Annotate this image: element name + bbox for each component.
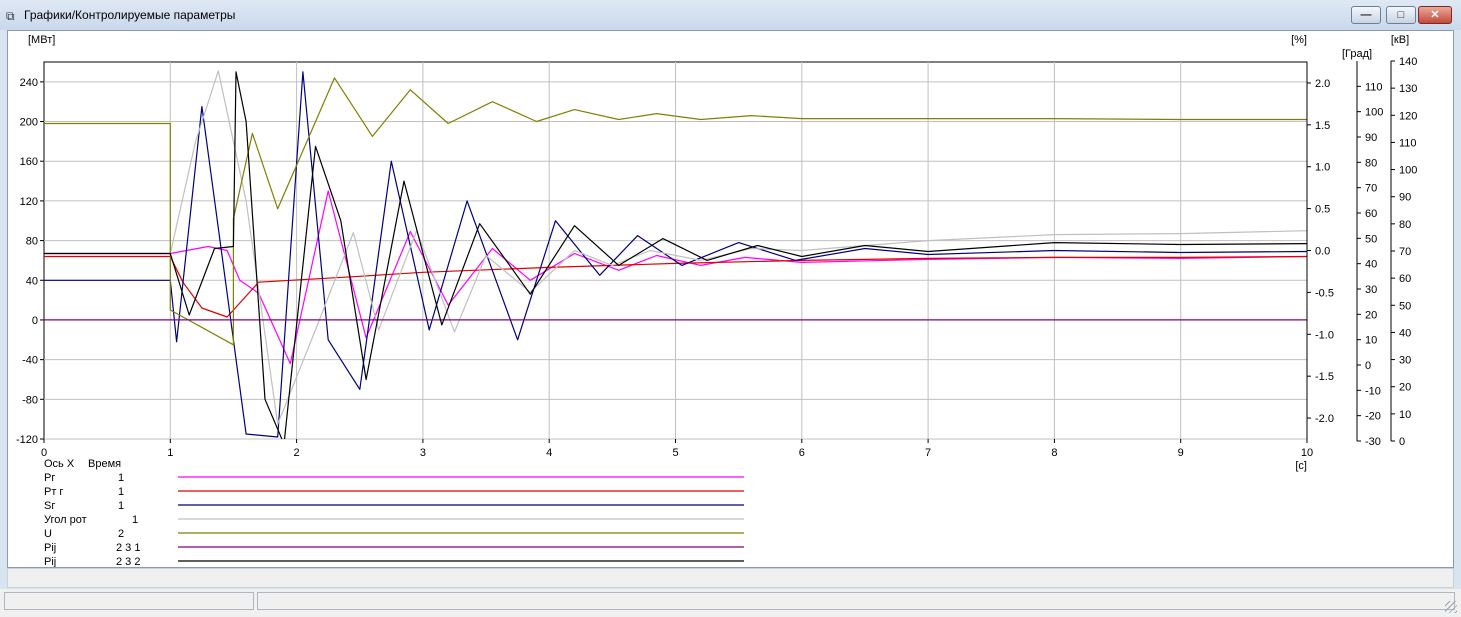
status-pane-1 [4, 592, 254, 610]
title-bar: ⧉ Графики/Контролируемые параметры — □ ✕ [0, 0, 1461, 30]
right-axis-tick-label: 60 [1399, 273, 1411, 285]
chart-axes: 0 1 2 3 4 5 6 7 8 9 1024020016012080400-40-80-120[… [16, 34, 1417, 472]
right-axis-tick-label: 90 [1399, 192, 1411, 204]
right-axis-tick-label: 0.0 [1315, 246, 1330, 258]
right-axis-tick-label: 110 [1365, 81, 1383, 93]
x-tick-label: 9 [1178, 447, 1184, 459]
right-axis-tick-label: -2.0 [1315, 413, 1334, 425]
right-axis-tick-label: 40 [1399, 327, 1411, 339]
right-axis-tick-label: 10 [1399, 409, 1411, 421]
right-axis-tick-label: -20 [1365, 411, 1381, 423]
percent-axis-unit: [%] [1291, 34, 1307, 46]
legend-axis-label: Ось X [44, 458, 75, 470]
maximize-button[interactable]: □ [1386, 6, 1416, 24]
y-tick-label: -40 [22, 355, 38, 367]
x-tick-label: 5 [672, 447, 678, 459]
x-tick-label: 4 [546, 447, 552, 459]
minimize-button[interactable]: — [1351, 6, 1381, 24]
right-axis-tick-label: 0 [1365, 360, 1371, 372]
x-tick-label: 2 [294, 447, 300, 459]
right-axis-tick-label: 140 [1399, 56, 1417, 68]
right-axis-tick-label: 40 [1365, 259, 1377, 271]
right-axis-tick-label: 70 [1365, 183, 1377, 195]
right-axis-tick-label: 30 [1365, 284, 1377, 296]
legend-item-index: 2 [118, 528, 124, 540]
grad-axis-unit: [Град] [1342, 48, 1372, 60]
right-axis-tick-label: 130 [1399, 83, 1417, 95]
right-axis-tick-label: 0 [1399, 436, 1405, 448]
right-axis-tick-label: 1.5 [1315, 120, 1330, 132]
right-axis-tick-label: 120 [1399, 110, 1417, 122]
x-axis-unit: [с] [1295, 460, 1307, 472]
chart-canvas[interactable]: 0 1 2 3 4 5 6 7 8 9 1024020016012080400-40-80-120[… [8, 31, 1453, 567]
legend-item-index: 2 3 2 [116, 556, 140, 567]
right-axis-tick-label: 1.0 [1315, 162, 1330, 174]
chart-legend: Ось X Время Pг 1 Pт г 1 Sг 1 Угол рот 1 U 2 Pij 2 3 1… [44, 458, 744, 567]
resize-grip-icon[interactable] [1445, 601, 1457, 613]
chart-icon[interactable]: ⧉ [6, 9, 20, 23]
y-tick-label: 200 [20, 117, 38, 129]
right-axis-tick-label: 0.5 [1315, 204, 1330, 216]
legend-item-index: 2 3 1 [116, 542, 140, 554]
legend-item-index: 1 [118, 500, 124, 512]
right-axis-tick-label: -1.5 [1315, 371, 1334, 383]
right-axis-tick-label: 70 [1399, 246, 1411, 258]
legend-item-name: Pij [44, 542, 56, 554]
y-tick-label: 80 [26, 236, 38, 248]
right-axis-tick-label: 60 [1365, 208, 1377, 220]
x-tick-label: 7 [925, 447, 931, 459]
right-axis-tick-label: 10 [1365, 335, 1377, 347]
left-axis-unit: [МВт] [28, 34, 55, 46]
right-axis-tick-label: -1.0 [1315, 329, 1334, 341]
legend-item-name: Pг [44, 472, 55, 484]
legend-item-index: 1 [118, 472, 124, 484]
x-tick-label: 10 [1301, 447, 1313, 459]
right-axis-tick-label: 30 [1399, 355, 1411, 367]
right-axis-tick-label: 20 [1365, 309, 1377, 321]
status-pane-2 [257, 592, 1455, 610]
right-axis-tick-label: 50 [1399, 300, 1411, 312]
horizontal-scrollbar[interactable] [7, 568, 1454, 588]
status-bar [0, 589, 1461, 617]
x-tick-label: 3 [420, 447, 426, 459]
legend-item-name: Sг [44, 500, 55, 512]
right-axis-tick-label: 110 [1399, 137, 1417, 149]
y-tick-label: 240 [20, 77, 38, 89]
right-axis-tick-label: -0.5 [1315, 287, 1334, 299]
close-button[interactable]: ✕ [1418, 6, 1452, 24]
x-tick-label: 8 [1051, 447, 1057, 459]
y-tick-label: -80 [22, 394, 38, 406]
y-tick-label: 120 [20, 196, 38, 208]
right-axis-tick-label: 80 [1365, 157, 1377, 169]
legend-item-name: U [44, 528, 52, 540]
right-axis-tick-label: 100 [1399, 165, 1417, 177]
legend-item-name: Pт г [44, 486, 63, 498]
right-axis-tick-label: 50 [1365, 233, 1377, 245]
right-axis-tick-label: 90 [1365, 132, 1377, 144]
x-tick-label: 6 [799, 447, 805, 459]
x-tick-label: 1 [167, 447, 173, 459]
legend-item-index: 1 [132, 514, 138, 526]
right-axis-tick-label: 20 [1399, 382, 1411, 394]
legend-item-index: 1 [118, 486, 124, 498]
window-title: Графики/Контролируемые параметры [24, 8, 236, 22]
y-tick-label: -120 [16, 434, 38, 446]
right-axis-tick-label: 2.0 [1315, 78, 1330, 90]
right-axis-tick-label: 80 [1399, 219, 1411, 231]
right-axis-tick-label: -30 [1365, 436, 1381, 448]
legend-item-name: Pij [44, 556, 56, 567]
chart-frame: 0 1 2 3 4 5 6 7 8 9 10 240 200 160 120 80 40 0 -40 -80 -120[… [7, 30, 1454, 568]
y-tick-label: 0 [32, 315, 38, 327]
y-tick-label: 160 [20, 156, 38, 168]
right-axis-tick-label: 100 [1365, 107, 1383, 119]
y-tick-label: 40 [26, 275, 38, 287]
legend-item-name: Угол рот [44, 514, 87, 526]
legend-axis-name: Время [88, 458, 121, 470]
kv-axis-unit: [кВ] [1391, 34, 1409, 46]
right-axis-tick-label: -10 [1365, 385, 1381, 397]
